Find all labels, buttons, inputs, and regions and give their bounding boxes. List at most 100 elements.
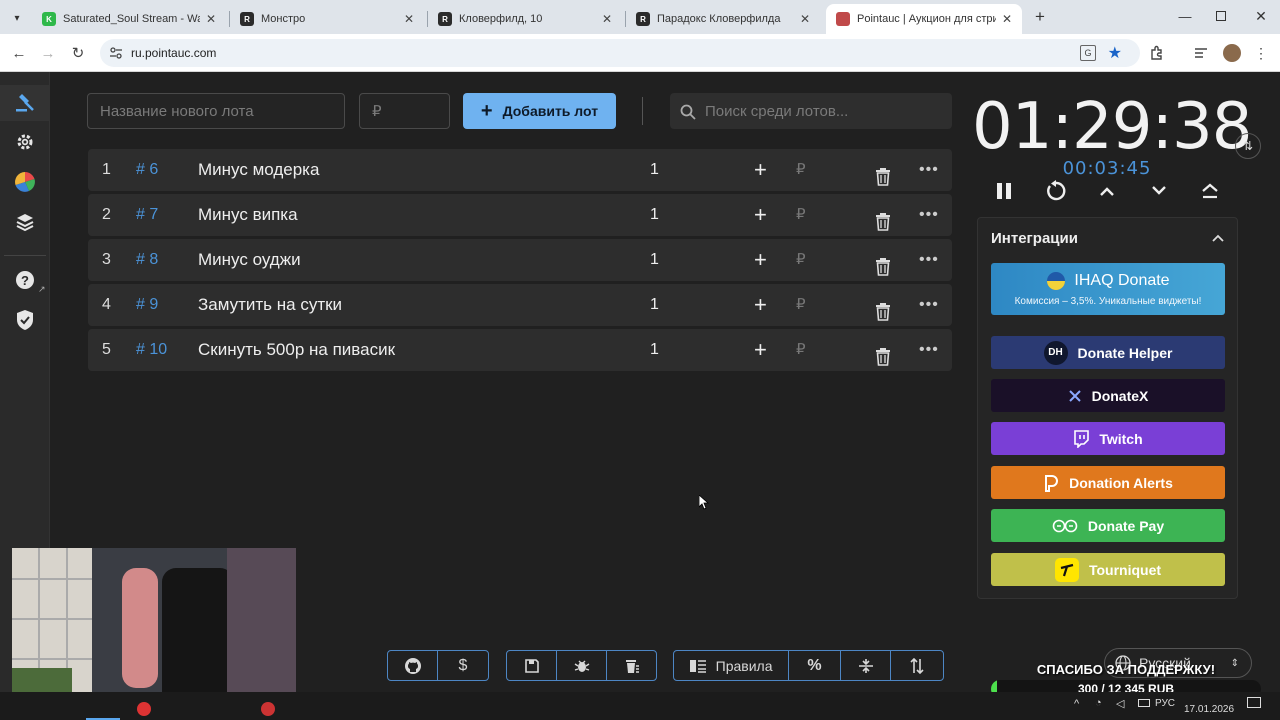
bookmark-star-icon[interactable]: ★ bbox=[1108, 43, 1122, 63]
keyboard-language[interactable]: РУС bbox=[1155, 698, 1175, 709]
tab-close-icon[interactable]: ✕ bbox=[602, 12, 612, 26]
reading-list-icon[interactable] bbox=[1190, 42, 1212, 64]
wifi-icon[interactable]: ◔ bbox=[1095, 697, 1102, 709]
tab-close-icon[interactable]: ✕ bbox=[1002, 12, 1012, 26]
reload-button[interactable]: ↻ bbox=[67, 42, 89, 64]
taskbar-app-icon[interactable] bbox=[261, 702, 275, 716]
site-info-icon[interactable] bbox=[109, 46, 123, 60]
url-field[interactable]: ru.pointauc.com G ★ bbox=[100, 39, 1140, 67]
auction-hammer-icon[interactable] bbox=[13, 90, 37, 114]
taskbar-app-icon[interactable] bbox=[86, 700, 120, 720]
bug-report-button[interactable] bbox=[557, 651, 607, 680]
lot-amount[interactable]: 1 bbox=[650, 329, 659, 371]
lot-more-icon[interactable]: ••• bbox=[919, 329, 939, 371]
clear-lots-button[interactable] bbox=[607, 651, 656, 680]
ihaq-donate-button[interactable]: IHAQ Donate Комиссия – 3,5%. Уникальные … bbox=[991, 263, 1225, 315]
rules-button[interactable]: Правила bbox=[674, 651, 790, 680]
shield-check-icon[interactable] bbox=[13, 308, 37, 332]
lot-more-icon[interactable]: ••• bbox=[919, 239, 939, 281]
tab-search-button[interactable]: ▾ bbox=[8, 9, 26, 27]
twitch-button[interactable]: Twitch bbox=[991, 422, 1225, 455]
browser-tab[interactable]: K Saturated_Soul Stream - Watch ✕ bbox=[32, 4, 226, 34]
browser-tab[interactable]: R Кловерфилд, 10 ✕ bbox=[428, 4, 622, 34]
add-amount-button[interactable]: + bbox=[754, 194, 767, 236]
tray-chevron-icon[interactable]: ^ bbox=[1074, 698, 1079, 710]
sort-button[interactable] bbox=[891, 651, 943, 680]
donatepay-icon bbox=[1052, 519, 1078, 533]
lot-name[interactable]: Минус модерка bbox=[198, 149, 319, 191]
browser-tab[interactable]: R Монстро ✕ bbox=[230, 4, 424, 34]
help-icon[interactable]: ? bbox=[13, 268, 37, 292]
new-lot-name-input[interactable]: Название нового лота bbox=[87, 93, 345, 129]
lot-index: 4 bbox=[102, 296, 111, 313]
taskbar-app-icon[interactable] bbox=[137, 702, 151, 716]
add-amount-button[interactable]: + bbox=[754, 329, 767, 371]
donation-alerts-button[interactable]: Donation Alerts bbox=[991, 466, 1225, 499]
wheel-icon[interactable] bbox=[13, 170, 37, 194]
browser-menu-icon[interactable]: ⋮ bbox=[1250, 42, 1272, 64]
delete-lot-icon[interactable] bbox=[875, 296, 893, 321]
delete-lot-icon[interactable] bbox=[875, 251, 893, 276]
new-tab-button[interactable]: + bbox=[1030, 8, 1050, 26]
tab-close-icon[interactable]: ✕ bbox=[206, 12, 216, 26]
delete-lot-icon[interactable] bbox=[875, 341, 893, 366]
lot-index: 2 bbox=[102, 206, 111, 223]
profile-avatar[interactable] bbox=[1223, 44, 1241, 62]
swap-timer-button[interactable]: ⇅ bbox=[1235, 133, 1261, 159]
lot-more-icon[interactable]: ••• bbox=[919, 194, 939, 236]
lot-name[interactable]: Минус оуджи bbox=[198, 239, 301, 281]
lot-amount[interactable]: 1 bbox=[650, 284, 659, 326]
back-button[interactable]: ← bbox=[8, 42, 30, 64]
tourniquet-icon bbox=[1054, 557, 1079, 582]
tab-close-icon[interactable]: ✕ bbox=[800, 12, 810, 26]
browser-tab-active[interactable]: Pointauc | Аукцион для стриме ✕ bbox=[826, 4, 1022, 34]
collapse-chevron-icon[interactable] bbox=[1212, 230, 1224, 248]
pause-button[interactable] bbox=[991, 178, 1017, 204]
lot-amount[interactable]: 1 bbox=[650, 239, 659, 281]
extensions-icon[interactable] bbox=[1146, 42, 1168, 64]
settings-gear-icon[interactable] bbox=[13, 130, 37, 154]
compress-button[interactable] bbox=[841, 651, 892, 680]
lot-search-input[interactable]: Поиск среди лотов... bbox=[670, 93, 952, 129]
minimize-button[interactable]: — bbox=[1177, 9, 1193, 25]
add-amount-button[interactable]: + bbox=[754, 284, 767, 326]
tab-close-icon[interactable]: ✕ bbox=[404, 12, 414, 26]
support-thanks-text: СПАСИБО ЗА ПОДДЕРЖКУ! bbox=[1036, 662, 1216, 677]
lot-row: 2 # 7 Минус випка 1 + ₽ ••• bbox=[88, 194, 952, 236]
lot-amount[interactable]: 1 bbox=[650, 149, 659, 191]
restore-button[interactable] bbox=[1216, 11, 1226, 21]
plus-icon: + bbox=[480, 100, 493, 122]
decrease-time-button[interactable] bbox=[1146, 178, 1172, 204]
lot-name[interactable]: Минус випка bbox=[198, 194, 298, 236]
forward-button[interactable]: → bbox=[37, 42, 59, 64]
volume-icon[interactable]: ◁ bbox=[1116, 697, 1124, 710]
reset-timer-button[interactable] bbox=[1043, 178, 1069, 204]
percent-button[interactable]: % bbox=[789, 651, 841, 680]
donate-pay-button[interactable]: Donate Pay bbox=[991, 509, 1225, 542]
save-button[interactable] bbox=[507, 651, 557, 680]
delete-lot-icon[interactable] bbox=[875, 161, 893, 186]
translate-icon[interactable]: G bbox=[1080, 45, 1096, 61]
donate-dollar-button[interactable]: $ bbox=[438, 651, 488, 680]
taskbar-date[interactable]: 17.01.2026 bbox=[1184, 704, 1234, 715]
layers-icon[interactable] bbox=[13, 210, 37, 234]
tourniquet-button[interactable]: Tourniquet bbox=[991, 553, 1225, 586]
lot-name[interactable]: Скинуть 500р на пивасик bbox=[198, 329, 395, 371]
new-lot-price-input[interactable]: ₽ bbox=[359, 93, 450, 129]
lot-more-icon[interactable]: ••• bbox=[919, 149, 939, 191]
donatex-button[interactable]: DonateX bbox=[991, 379, 1225, 412]
delete-lot-icon[interactable] bbox=[875, 206, 893, 231]
lot-more-icon[interactable]: ••• bbox=[919, 284, 939, 326]
lot-name[interactable]: Замутить на сутки bbox=[198, 284, 342, 326]
lot-amount[interactable]: 1 bbox=[650, 194, 659, 236]
donate-helper-button[interactable]: DH Donate Helper bbox=[991, 336, 1225, 369]
github-button[interactable] bbox=[388, 651, 438, 680]
add-amount-button[interactable]: + bbox=[754, 239, 767, 281]
close-window-button[interactable]: ✕ bbox=[1253, 8, 1269, 24]
add-amount-button[interactable]: + bbox=[754, 149, 767, 191]
add-lot-button[interactable]: + Добавить лот bbox=[463, 93, 616, 129]
increase-time-button[interactable] bbox=[1094, 178, 1120, 204]
browser-tab[interactable]: R Парадокс Кловерфилда ✕ bbox=[626, 4, 820, 34]
double-up-button[interactable] bbox=[1197, 178, 1223, 204]
notifications-icon[interactable] bbox=[1247, 697, 1261, 708]
